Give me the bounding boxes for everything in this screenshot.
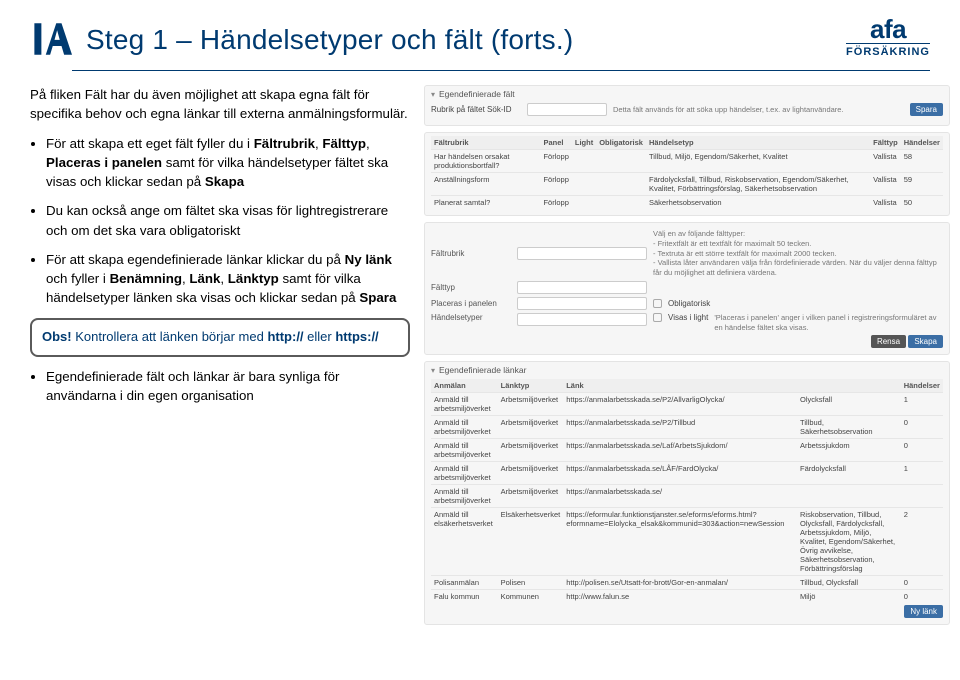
table-row[interactable]: Falu kommunKommunenhttp://www.falun.seMi… [431, 590, 943, 604]
hint-placeras: 'Placeras i panelen' anger i vilken pane… [714, 313, 943, 333]
checkbox-obligatorisk[interactable] [653, 299, 662, 308]
table-header: Fältrubrik [431, 136, 540, 150]
table-header: Länktyp [498, 379, 564, 393]
table-header: Anmälan [431, 379, 498, 393]
bullet-4: Egendefinierade fält och länkar är bara … [46, 367, 410, 406]
ia-logo-icon [30, 18, 72, 60]
intro-text: På fliken Fält har du även möjlighet att… [30, 85, 410, 124]
afa-logo: afa FÖRSÄKRING [846, 18, 930, 58]
table-row[interactable]: Anmäld till elsäkerhetsverketElsäkerhets… [431, 508, 943, 576]
table-row[interactable]: Anmäld till arbetsmiljöverketArbetsmiljö… [431, 485, 943, 508]
afa-logo-text: afa [846, 18, 930, 41]
label-sokid: Rubrik på fältet Sök-ID [431, 105, 521, 114]
input-faltrubrik[interactable] [517, 247, 647, 260]
bullet-3: För att skapa egendefinierade länkar kli… [46, 250, 410, 308]
table-header: Fälttyp [870, 136, 901, 150]
label-handelsetyper: Händelsetyper [431, 313, 511, 322]
select-placeras[interactable] [517, 297, 647, 310]
table-header: Länk [563, 379, 797, 393]
chevron-down-icon: ▾ [431, 366, 435, 375]
obs-box: Obs! Kontrollera att länken börjar med h… [30, 318, 410, 357]
table-header [797, 379, 901, 393]
label-visas-light: Visas i light [668, 313, 708, 322]
panel-custom-links: ▾ Egendefinierade länkar AnmälanLänktypL… [424, 361, 950, 625]
table-row[interactable]: PolisanmälanPolisenhttp://polisen.se/Uts… [431, 576, 943, 590]
accordion-custom-fields[interactable]: ▾ Egendefinierade fält [431, 89, 943, 99]
panel-field-table: FältrubrikPanelLightObligatoriskHändelse… [424, 132, 950, 216]
clear-button[interactable]: Rensa [871, 335, 906, 348]
right-column: ▾ Egendefinierade fält Rubrik på fältet … [424, 85, 950, 631]
panel-field-form: Fältrubrik Välj en av följande fälttyper… [424, 222, 950, 355]
title-underline [72, 70, 930, 71]
links-table: AnmälanLänktypLänk Händelser Anmäld till … [431, 379, 943, 603]
table-header: Panel [540, 136, 571, 150]
chevron-down-icon: ▾ [431, 90, 435, 99]
select-falttyp[interactable] [517, 281, 647, 294]
label-obligatorisk: Obligatorisk [668, 299, 710, 308]
input-sokid[interactable] [527, 103, 607, 116]
table-row[interactable]: AnställningsformFörloppFärdolycksfall, T… [431, 173, 943, 196]
panel-custom-fields: ▾ Egendefinierade fält Rubrik på fältet … [424, 85, 950, 126]
table-row[interactable]: Anmäld till arbetsmiljöverketArbetsmiljö… [431, 439, 943, 462]
table-row[interactable]: Anmäld till arbetsmiljöverketArbetsmiljö… [431, 416, 943, 439]
hint-falttyp: Välj en av följande fälttyper:- Fritextf… [653, 229, 943, 278]
page-title: Steg 1 – Händelsetyper och fält (forts.) [86, 24, 573, 56]
header: Steg 1 – Händelsetyper och fält (forts.)… [0, 0, 960, 66]
table-header: Händelser [901, 136, 943, 150]
select-handelsetyper[interactable] [517, 313, 647, 326]
table-header: Light [572, 136, 596, 150]
bullet-1: För att skapa ett eget fält fyller du i … [46, 134, 410, 192]
table-row[interactable]: Anmäld till arbetsmiljöverketArbetsmiljö… [431, 393, 943, 416]
bullet-2: Du kan också ange om fältet ska visas fö… [46, 201, 410, 240]
table-row[interactable]: Planerat samtal?FörloppSäkerhetsobservat… [431, 196, 943, 210]
table-header: Händelser [901, 379, 943, 393]
checkbox-visas-light[interactable] [653, 313, 662, 322]
label-falttyp: Fälttyp [431, 283, 511, 292]
afa-logo-sub: FÖRSÄKRING [846, 43, 930, 58]
label-placeras: Placeras i panelen [431, 299, 511, 308]
save-button[interactable]: Spara [910, 103, 943, 116]
create-button[interactable]: Skapa [908, 335, 943, 348]
label-faltrubrik: Fältrubrik [431, 249, 511, 258]
table-row[interactable]: Anmäld till arbetsmiljöverketArbetsmiljö… [431, 462, 943, 485]
fields-table: FältrubrikPanelLightObligatoriskHändelse… [431, 136, 943, 209]
hint-sokid: Detta fält används för att söka upp händ… [613, 105, 904, 115]
table-header: Händelsetyp [646, 136, 870, 150]
accordion-custom-links[interactable]: ▾ Egendefinierade länkar [431, 365, 943, 375]
new-link-button[interactable]: Ny länk [904, 605, 943, 618]
table-header: Obligatorisk [596, 136, 646, 150]
left-column: På fliken Fält har du även möjlighet att… [30, 85, 410, 631]
ia-logo [30, 18, 72, 60]
table-row[interactable]: Har händelsen orsakat produktionsbortfal… [431, 150, 943, 173]
